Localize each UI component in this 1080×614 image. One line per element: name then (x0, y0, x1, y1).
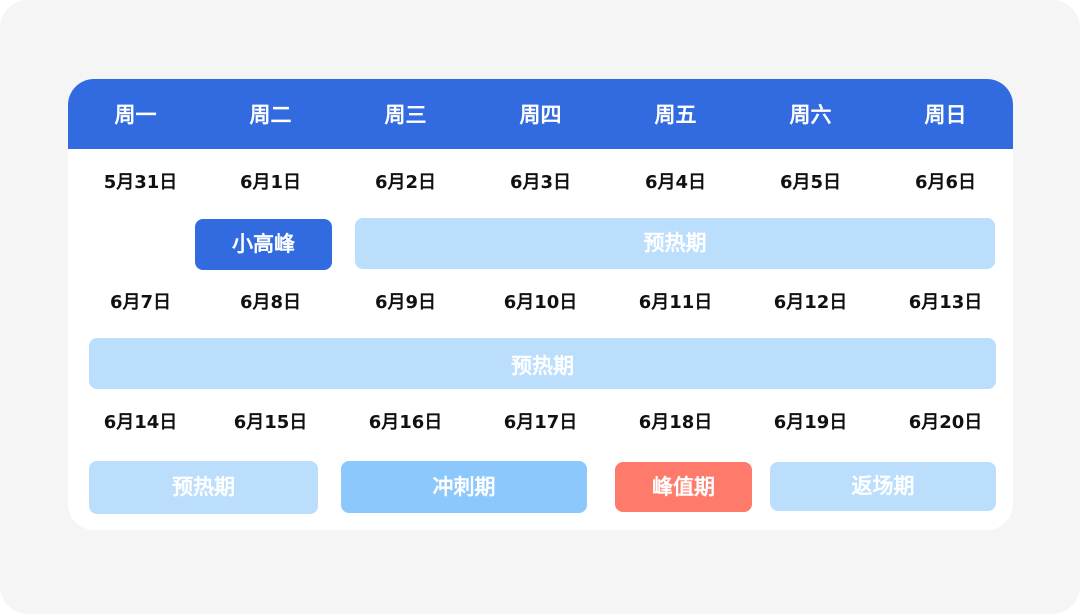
phase-bar-warmup: 预热期 (89, 461, 318, 514)
date-cell: 6月1日 (239, 172, 302, 193)
weekday-thu: 周四 (519, 103, 562, 127)
weekday-mon: 周一 (114, 103, 157, 127)
date-cell: 6月9日 (374, 292, 437, 313)
date-cell: 6月20日 (908, 412, 983, 433)
date-cell: 6月14日 (103, 412, 178, 433)
phase-bar-encore: 返场期 (770, 462, 996, 511)
date-cell: 6月6日 (914, 172, 977, 193)
phase-bar-peak: 峰值期 (615, 462, 752, 512)
weekday-fri: 周五 (654, 103, 697, 127)
date-cell: 6月8日 (239, 292, 302, 313)
calendar-card: 周一 周二 周三 周四 周五 周六 周日 5月31日 6月1日 6月2日 6月3… (68, 79, 1013, 530)
date-cell: 5月31日 (103, 172, 178, 193)
date-cell: 6月15日 (233, 412, 308, 433)
date-cell: 6月12日 (773, 292, 848, 313)
date-cell: 6月4日 (644, 172, 707, 193)
weekday-header: 周一 周二 周三 周四 周五 周六 周日 (68, 79, 1013, 149)
phase-bar-small-peak: 小高峰 (195, 219, 332, 270)
weekday-sun: 周日 (924, 103, 967, 127)
date-cell: 6月7日 (109, 292, 172, 313)
weekday-sat: 周六 (789, 103, 832, 127)
weekday-tue: 周二 (249, 103, 292, 127)
phase-bar-warmup: 预热期 (355, 218, 995, 269)
date-cell: 6月18日 (638, 412, 713, 433)
phase-bar-warmup: 预热期 (89, 338, 996, 389)
date-cell: 6月17日 (503, 412, 578, 433)
date-cell: 6月3日 (509, 172, 572, 193)
date-cell: 6月16日 (368, 412, 443, 433)
phase-bar-sprint: 冲刺期 (341, 461, 587, 513)
page-background: 周一 周二 周三 周四 周五 周六 周日 5月31日 6月1日 6月2日 6月3… (0, 0, 1080, 614)
date-cell: 6月11日 (638, 292, 713, 313)
date-cell: 6月5日 (779, 172, 842, 193)
date-cell: 6月10日 (503, 292, 578, 313)
weekday-wed: 周三 (384, 103, 427, 127)
date-cell: 6月2日 (374, 172, 437, 193)
date-cell: 6月13日 (908, 292, 983, 313)
date-cell: 6月19日 (773, 412, 848, 433)
